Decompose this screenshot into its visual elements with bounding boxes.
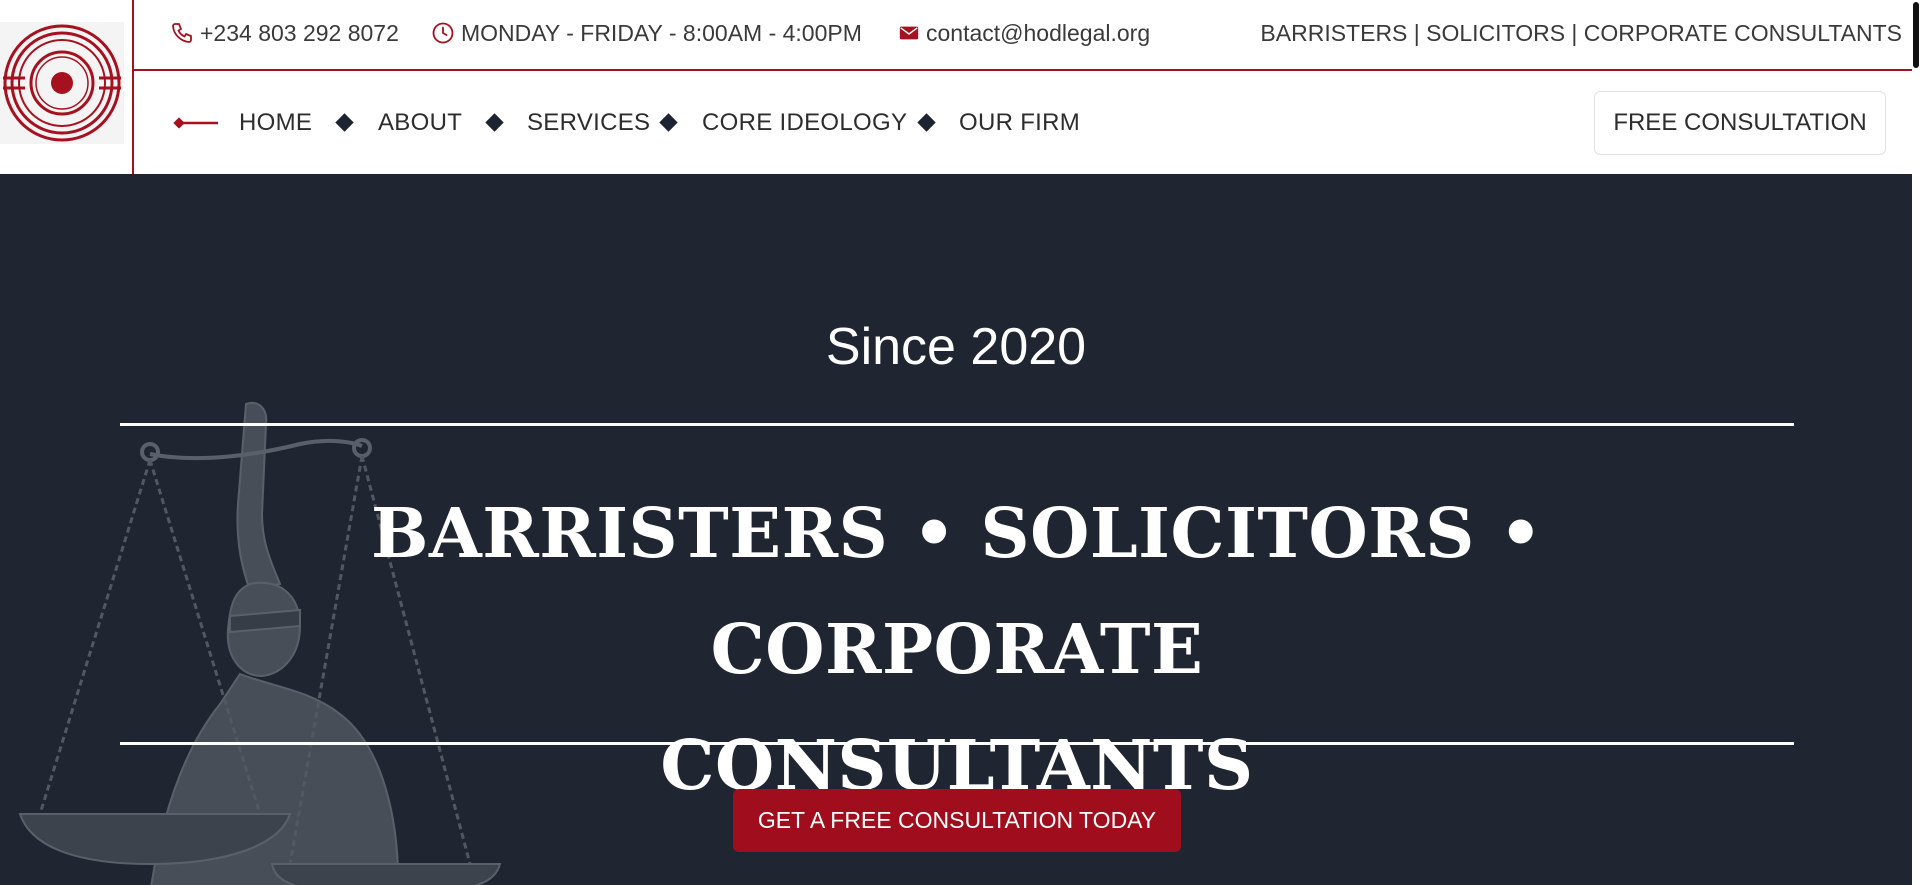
- nav-item-home[interactable]: HOME: [239, 108, 312, 138]
- business-hours: MONDAY - FRIDAY - 8:00AM - 4:00PM: [431, 18, 862, 48]
- mail-icon: [898, 22, 920, 44]
- phone-icon: [170, 21, 194, 45]
- hours-text: MONDAY - FRIDAY - 8:00AM - 4:00PM: [461, 19, 862, 46]
- nav-item-core-ideology[interactable]: CORE IDEOLOGY: [702, 108, 907, 138]
- nav-separator-diamond: [485, 113, 504, 132]
- main-nav: HOME ABOUT SERVICES CORE IDEOLOGY OUR FI…: [134, 73, 1920, 174]
- divider-line: [120, 423, 1794, 426]
- nav-item-our-firm[interactable]: OUR FIRM: [959, 108, 1080, 138]
- free-consultation-button[interactable]: FREE CONSULTATION: [1594, 91, 1886, 155]
- phone-number: +234 803 292 8072: [200, 19, 399, 46]
- nav-separator-diamond: [917, 113, 936, 132]
- concentric-circles-logo: [3, 24, 121, 142]
- since-year: Since 2020: [825, 318, 1087, 376]
- hero-headline: BARRISTERS • SOLICITORS • CORPORATE CONS…: [160, 476, 1754, 824]
- nav-separator-diamond: [335, 113, 354, 132]
- clock-icon: [431, 21, 455, 45]
- logo[interactable]: [0, 22, 124, 144]
- scrollbar[interactable]: [1912, 0, 1920, 885]
- email-address: contact@hodlegal.org: [926, 19, 1151, 46]
- site-header: +234 803 292 8072 MONDAY - FRIDAY - 8:00…: [0, 0, 1920, 174]
- topbar: +234 803 292 8072 MONDAY - FRIDAY - 8:00…: [134, 0, 1920, 71]
- diamond-line-icon: [173, 117, 218, 129]
- nav-separator-diamond: [659, 113, 678, 132]
- divider-line: [120, 742, 1794, 745]
- header-tagline: BARRISTERS | SOLICITORS | CORPORATE CONS…: [1260, 20, 1902, 46]
- scrollbar-thumb[interactable]: [1913, 2, 1919, 68]
- phone-contact[interactable]: +234 803 292 8072: [170, 18, 399, 48]
- nav-item-about[interactable]: ABOUT: [378, 108, 462, 138]
- hero-headline-line-1: BARRISTERS • SOLICITORS • CORPORATE: [370, 494, 1544, 690]
- email-contact[interactable]: contact@hodlegal.org: [898, 18, 1150, 48]
- nav-item-services[interactable]: SERVICES: [527, 108, 650, 138]
- get-free-consultation-button[interactable]: GET A FREE CONSULTATION TODAY: [733, 789, 1181, 852]
- hero-section: Since 2020 BARRISTERS • SOLICITORS • COR…: [0, 174, 1912, 885]
